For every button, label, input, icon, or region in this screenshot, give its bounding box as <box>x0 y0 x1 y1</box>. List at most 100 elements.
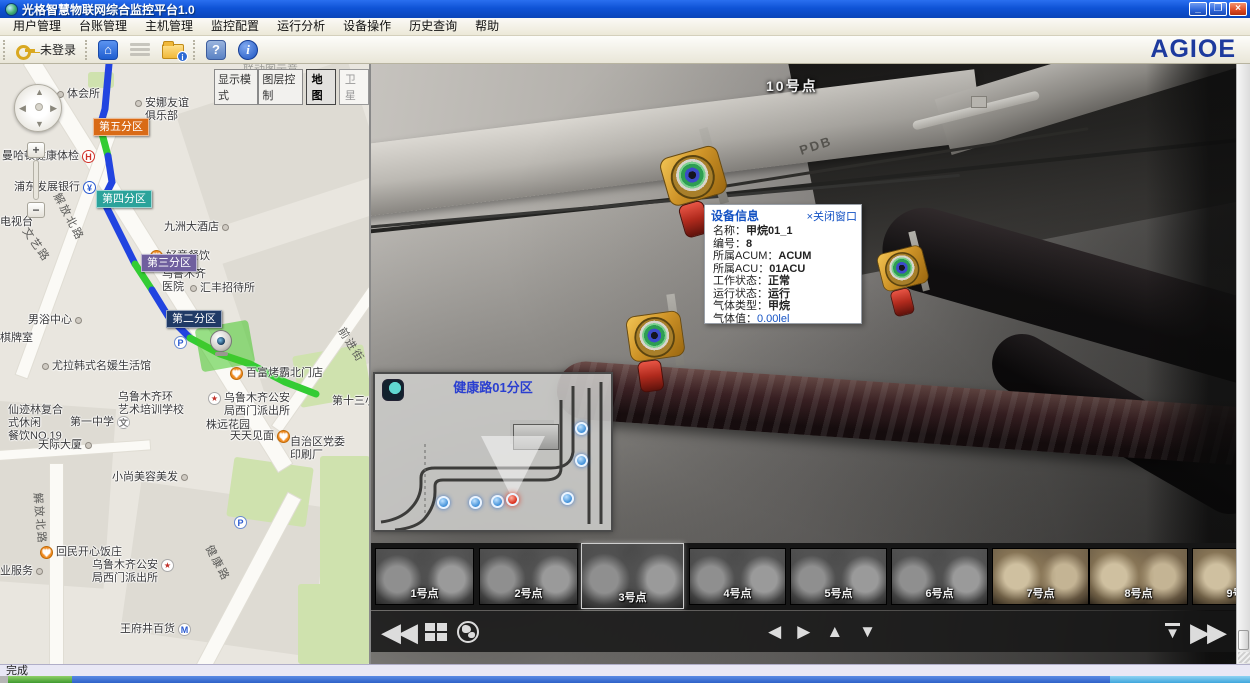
grid-view-icon[interactable] <box>425 623 447 641</box>
schematic-active-dot[interactable] <box>506 493 519 506</box>
poi-label: 小尚美容美发 <box>112 471 178 484</box>
application-window: 光格智慧物联网综合监控平台1.0 _ ❐ × 用户管理台账管理主机管理监控配置运… <box>0 0 1250 683</box>
map-poi: 第十三小 <box>332 395 370 408</box>
layer-control-button[interactable]: 图层控制 <box>258 69 302 105</box>
tab-map[interactable]: 地图 <box>306 69 336 105</box>
pan-left-icon[interactable]: ◀ <box>768 623 781 641</box>
maximize-button[interactable]: ❐ <box>1209 2 1227 16</box>
records-button[interactable]: i <box>156 39 190 61</box>
schematic-device-dot[interactable] <box>575 422 588 435</box>
vertical-scrollbar[interactable] <box>1236 64 1250 664</box>
schematic-device-dot[interactable] <box>575 454 588 467</box>
food-icon: Ψ <box>40 546 53 559</box>
map-pan-control[interactable]: ▲ ▼ ◀ ▶ <box>14 84 62 132</box>
menu-item[interactable]: 监控配置 <box>202 18 268 35</box>
map-poi: 乌鲁木齐环艺术培训学校 <box>118 391 184 417</box>
toolbar-gripper <box>3 40 7 60</box>
map-panel[interactable]: 第五分区第四分区第三分区第二分区 联动图示意体会所安娜友谊俱乐部曼哈顿健康体检H… <box>0 64 370 664</box>
pan-down-icon[interactable]: ▼ <box>859 623 876 641</box>
poi-label: 天天见面 <box>230 430 274 443</box>
thumbnail[interactable]: 4号点 <box>689 548 786 605</box>
menu-item[interactable]: 设备操作 <box>334 18 400 35</box>
device-info-row: 气体类型：甲烷 <box>713 300 861 313</box>
info-icon: i <box>238 40 258 60</box>
schematic-device-dot[interactable] <box>437 496 450 509</box>
zone-badge[interactable]: 第五分区 <box>93 118 149 136</box>
help-button[interactable]: ? <box>200 38 232 62</box>
schematic-device-dot[interactable] <box>561 492 574 505</box>
map-poi: 业服务 <box>0 565 43 578</box>
popup-title: 设备信息 <box>711 207 759 224</box>
minimize-button[interactable]: _ <box>1189 2 1207 16</box>
thumbnail-label: 7号点 <box>993 585 1088 601</box>
pan-right-icon[interactable]: ▶ <box>797 623 810 641</box>
zoom-slider[interactable] <box>33 160 39 200</box>
poi-label: 回民开心饭庄 <box>56 546 122 559</box>
camera-marker[interactable] <box>210 330 232 352</box>
page-last-icon[interactable]: ▶▶ <box>1190 619 1224 645</box>
thumbnail[interactable]: 1号点 <box>375 548 474 605</box>
thumbnail[interactable]: 5号点 <box>790 548 887 605</box>
zone-badge[interactable]: 第四分区 <box>96 190 152 208</box>
popup-close-button[interactable]: ×关闭窗口 <box>807 208 857 224</box>
scrollbar-thumb[interactable] <box>1238 630 1249 650</box>
thumbnail[interactable]: 7号点 <box>992 548 1089 605</box>
home-button[interactable]: ⌂ <box>92 38 124 62</box>
poi-label: 乌鲁木齐环艺术培训学校 <box>118 391 184 417</box>
menu-item[interactable]: 主机管理 <box>136 18 202 35</box>
pan-up-icon[interactable]: ▲ <box>35 87 44 97</box>
map-poi: P <box>234 516 250 529</box>
pan-left-icon[interactable]: ◀ <box>19 103 26 114</box>
thumbnail-label: 3号点 <box>582 589 683 605</box>
mall-icon: M <box>178 623 191 636</box>
menu-item[interactable]: 运行分析 <box>268 18 334 35</box>
menu-item[interactable]: 用户管理 <box>4 18 70 35</box>
close-button[interactable]: × <box>1229 2 1247 16</box>
gas-detector-marker[interactable] <box>620 300 696 396</box>
p-icon: P <box>234 516 247 529</box>
police-icon: ★ <box>208 392 221 405</box>
thumbnail[interactable]: 2号点 <box>479 548 578 605</box>
dot-icon <box>36 568 43 575</box>
menu-item[interactable]: 帮助 <box>466 18 508 35</box>
page-first-icon[interactable]: ◀◀ <box>381 619 415 645</box>
schematic-device-dot[interactable] <box>491 495 504 508</box>
panorama-viewer[interactable]: 10号点 PDB 设备信息 ×关闭窗口 名称：甲烷01_1编号：8所属ACUM：… <box>371 64 1236 664</box>
menu-item[interactable]: 历史查询 <box>400 18 466 35</box>
display-mode-button[interactable]: 显示模式 <box>214 69 258 105</box>
tab-satellite[interactable]: 卫星 <box>339 69 369 105</box>
thumbnail[interactable]: 3号点 <box>581 543 684 609</box>
login-button[interactable]: 未登录 <box>10 39 82 60</box>
map-zoom-control: + − <box>27 142 45 218</box>
thumbnail[interactable]: 8号点 <box>1089 548 1188 605</box>
map-poi: 第一中学文 <box>70 416 130 429</box>
thumbnail[interactable]: 6号点 <box>891 548 988 605</box>
settings-button-disabled <box>124 38 156 62</box>
collapse-strip-icon[interactable]: ▼ <box>1165 623 1180 641</box>
thumbnail-label: 1号点 <box>376 585 473 601</box>
zone-badge[interactable]: 第三分区 <box>141 254 197 272</box>
pan-up-icon[interactable]: ▲ <box>826 623 843 641</box>
pan-down-icon[interactable]: ▼ <box>35 119 44 129</box>
poi-label: 王府井百货 <box>120 623 175 636</box>
device-info-row: 所属ACUM：ACUM <box>713 250 861 263</box>
poi-label: 乌鲁木齐公安局西门派出所 <box>224 392 290 418</box>
food-icon: Ψ <box>230 367 243 380</box>
zoom-out-button[interactable]: − <box>27 202 45 218</box>
menu-item[interactable]: 台账管理 <box>70 18 136 35</box>
thumbnail[interactable]: 9号点 <box>1192 548 1236 605</box>
zone-schematic-inset[interactable]: 健康路01分区 <box>373 372 613 532</box>
pan-center[interactable] <box>35 103 43 111</box>
zone-badge[interactable]: 第二分区 <box>166 310 222 328</box>
map-poi: 棋牌室 <box>0 332 33 345</box>
popup-rows: 名称：甲烷01_1编号：8所属ACUM：ACUM所属ACU：01ACU工作状态：… <box>705 225 861 327</box>
folder-icon: i <box>162 44 184 59</box>
globe-icon[interactable] <box>457 621 479 643</box>
map-poi: ★乌鲁木齐公安局西门派出所 <box>208 392 290 418</box>
progress-segment-blue <box>72 676 1110 683</box>
about-button[interactable]: i <box>232 38 264 62</box>
pan-right-icon[interactable]: ▶ <box>50 103 57 114</box>
zoom-in-button[interactable]: + <box>27 142 45 158</box>
schematic-device-dot[interactable] <box>469 496 482 509</box>
map-poi: 体会所 <box>57 88 100 101</box>
